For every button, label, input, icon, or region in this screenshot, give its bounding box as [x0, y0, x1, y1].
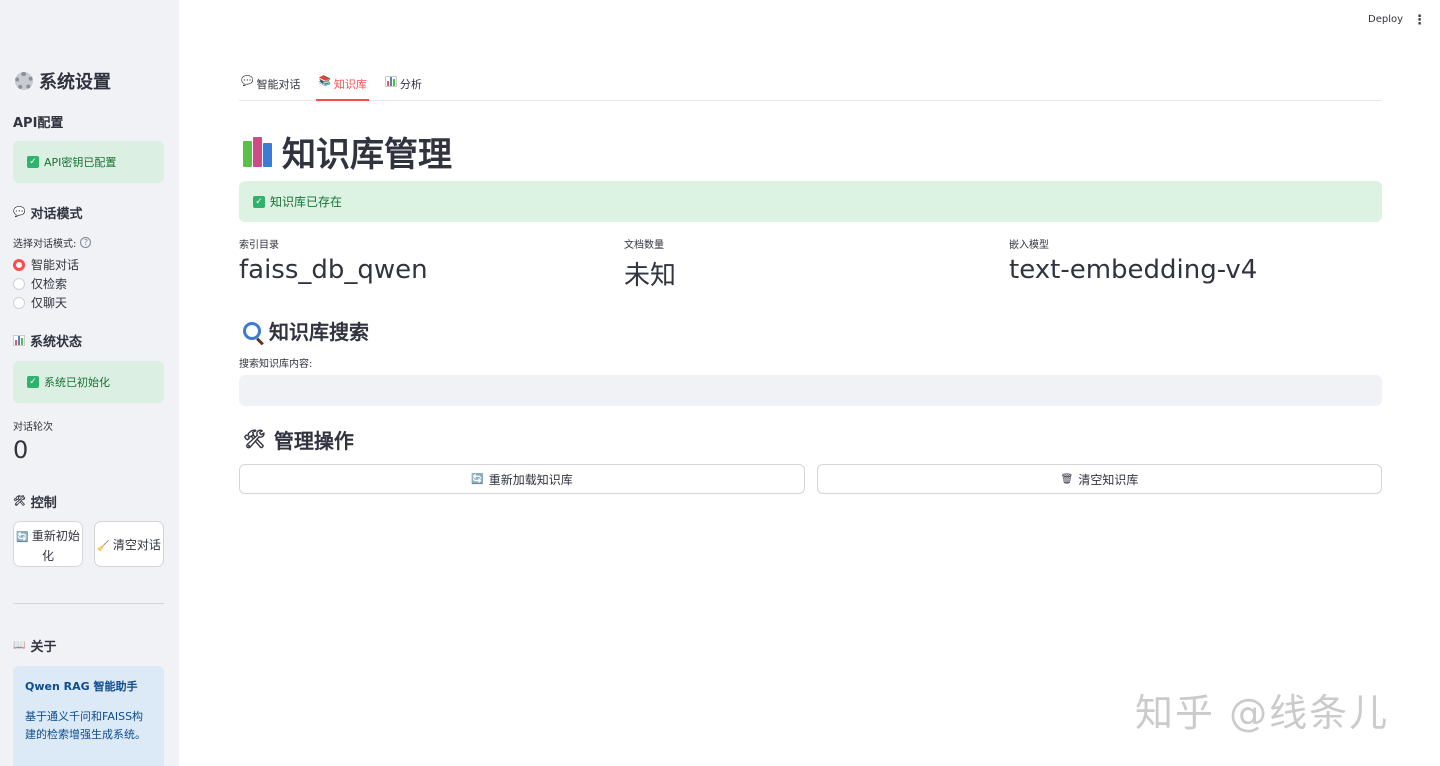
radio-unselected-icon[interactable] [13, 277, 25, 290]
metric-label: 文档数量 [624, 240, 664, 251]
system-status-alert: ✓ 系统已初始化 [13, 361, 164, 403]
sidebar-divider [13, 603, 164, 604]
control-section-label: 控制 [30, 496, 57, 511]
radio-selected-icon[interactable] [13, 258, 25, 271]
sidebar-title: 系统设置 [15, 68, 111, 94]
bar-chart-icon [13, 335, 25, 346]
tab-label: 智能对话 [256, 78, 301, 91]
broom-icon: 🧹 [97, 541, 110, 552]
tools-icon: 🛠 [243, 429, 266, 450]
reinit-button[interactable]: 🔄 重新初始化 [13, 521, 83, 567]
tools-icon: 🛠 [13, 496, 26, 507]
api-section-heading: API配置 [13, 112, 63, 131]
search-input[interactable] [239, 375, 1382, 406]
clear-kb-button[interactable]: 🗑 清空知识库 [817, 464, 1382, 494]
radio-option-label: 仅检索 [31, 277, 68, 291]
turns-label: 对话轮次 [13, 422, 53, 433]
system-status-text: 系统已初始化 [44, 376, 110, 389]
watermark: 知乎 @线条儿 [1135, 691, 1390, 735]
metric-value: faiss_db_qwen [239, 255, 428, 285]
api-status-alert: ✓ API密钥已配置 [13, 141, 164, 183]
bar-chart-icon [384, 76, 397, 87]
search-section-title-text: 知识库搜索 [269, 320, 369, 344]
open-book-icon: 📖 [13, 640, 26, 651]
about-section-heading: 📖 关于 [13, 636, 56, 655]
mode-radio-label-text: 选择对话模式: [13, 239, 77, 250]
app-root: 系统设置 API配置 ✓ API密钥已配置 💬 对话模式 选择对话模式: ? 智… [0, 0, 1440, 766]
radio-unselected-icon[interactable] [13, 296, 25, 309]
tab-label: 分析 [399, 78, 422, 91]
mode-radio-label: 选择对话模式: ? [13, 235, 92, 250]
mode-section-heading: 💬 对话模式 [13, 203, 82, 222]
about-title: Qwen RAG 智能助手 [25, 680, 138, 693]
radio-option-label: 智能对话 [31, 258, 80, 272]
about-info-box: Qwen RAG 智能助手 基于通义千问和FAISS构建的检索增强生成系统。 [13, 666, 164, 766]
check-icon: ✓ [27, 376, 39, 388]
sidebar: 系统设置 API配置 ✓ API密钥已配置 💬 对话模式 选择对话模式: ? 智… [0, 0, 179, 766]
status-section-heading: 系统状态 [13, 331, 82, 350]
search-section-title: 知识库搜索 [243, 316, 369, 345]
tab-knowledge-base[interactable]: 📚 知识库 [316, 76, 369, 101]
clear-kb-button-label: 清空知识库 [1078, 472, 1139, 487]
page-title: 知识库管理 [243, 127, 452, 176]
mode-section-label: 对话模式 [30, 207, 83, 222]
api-status-text: API密钥已配置 [44, 156, 117, 169]
radio-option-chat-only[interactable]: 仅聊天 [13, 294, 67, 311]
kb-status-text: 知识库已存在 [270, 195, 343, 209]
tab-bar: 💬 智能对话 📚 知识库 分析 [239, 76, 1382, 101]
about-section-label: 关于 [30, 640, 57, 655]
control-section-heading: 🛠 控制 [13, 492, 57, 511]
more-vertical-icon[interactable]: ⋮ [1413, 13, 1426, 28]
deploy-button[interactable]: Deploy [1368, 14, 1403, 25]
reload-kb-button-label: 重新加载知识库 [488, 472, 573, 487]
metric-value: text-embedding-v4 [1009, 255, 1258, 285]
check-icon: ✓ [253, 195, 265, 208]
speech-bubble-icon: 💬 [241, 76, 254, 87]
books-icon [243, 136, 272, 167]
radio-option-smart-chat[interactable]: 智能对话 [13, 256, 79, 273]
kb-status-alert: ✓ 知识库已存在 [239, 181, 1382, 222]
gear-icon [15, 72, 33, 90]
check-icon: ✓ [27, 156, 39, 168]
magnifier-icon [243, 321, 261, 340]
radio-option-label: 仅聊天 [31, 296, 68, 310]
about-description: 基于通义千问和FAISS构建的检索增强生成系统。 [25, 710, 146, 741]
page-title-text: 知识库管理 [282, 135, 452, 175]
radio-option-retrieve-only[interactable]: 仅检索 [13, 275, 67, 292]
refresh-icon: 🔄 [16, 531, 29, 543]
tab-label: 知识库 [333, 78, 367, 91]
clear-chat-button-label: 清空对话 [112, 538, 161, 552]
tab-analysis[interactable]: 分析 [383, 76, 424, 101]
search-input-label: 搜索知识库内容: [239, 359, 313, 370]
metric-index-dir: 索引目录 faiss_db_qwen [239, 236, 428, 285]
refresh-icon: 🔄 [471, 473, 484, 485]
help-icon[interactable]: ? [80, 237, 92, 248]
clear-chat-button[interactable]: 🧹 清空对话 [94, 521, 164, 567]
reinit-button-label: 重新初始化 [31, 528, 80, 563]
metric-doc-count: 文档数量 未知 [624, 236, 676, 292]
turns-value: 0 [13, 436, 29, 464]
reload-kb-button[interactable]: 🔄 重新加载知识库 [239, 464, 805, 494]
manage-section-title: 🛠 管理操作 [243, 425, 354, 454]
manage-section-title-text: 管理操作 [273, 429, 354, 453]
metric-embedding-model: 嵌入模型 text-embedding-v4 [1009, 236, 1257, 285]
sidebar-title-text: 系统设置 [39, 72, 111, 93]
speech-bubble-icon: 💬 [13, 207, 26, 218]
status-section-label: 系统状态 [30, 335, 83, 350]
trash-icon: 🗑 [1060, 473, 1074, 485]
books-icon: 📚 [318, 76, 331, 87]
metric-label: 嵌入模型 [1009, 240, 1049, 251]
api-section-label: API配置 [13, 116, 64, 131]
tab-smart-chat[interactable]: 💬 智能对话 [239, 76, 302, 101]
metric-value: 未知 [624, 261, 677, 291]
metric-label: 索引目录 [239, 240, 279, 251]
